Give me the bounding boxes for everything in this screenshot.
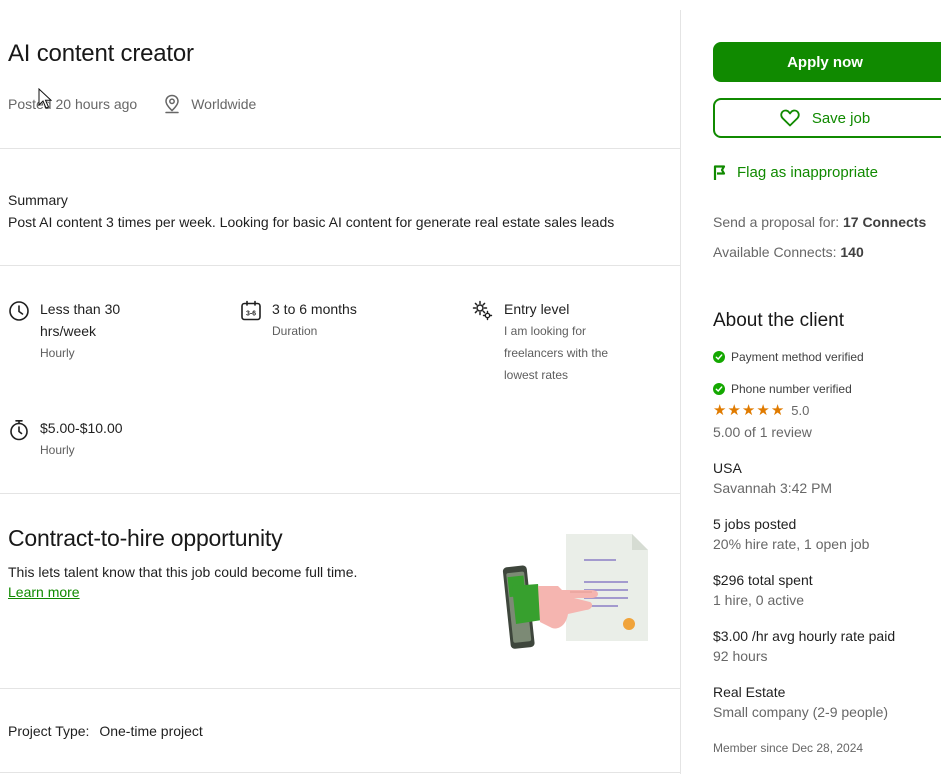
feature-hours-title-1: Less than 30 — [40, 301, 121, 317]
star-icon: ★ — [756, 402, 770, 419]
divider — [0, 265, 680, 266]
phone-verified: Phone number verified — [713, 382, 852, 396]
apply-now-label: Apply now — [787, 53, 863, 71]
about-client-heading: About the client — [713, 310, 844, 331]
heart-icon — [780, 109, 800, 127]
feature-hours: Less than 30 hrs/week Hourly — [8, 298, 120, 364]
flag-inappropriate-link[interactable]: Flag as inappropriate — [713, 164, 878, 181]
available-connects: Available Connects: 140 — [713, 244, 864, 260]
mouse-cursor-icon — [38, 88, 52, 109]
feature-level: Entry level I am looking for freelancers… — [472, 298, 608, 386]
client-company-size: Small company (2-9 people) — [713, 704, 889, 720]
client-avg-rate: $3.00 /hr avg hourly rate paid — [713, 628, 896, 644]
feature-duration-title: 3 to 6 months — [272, 301, 357, 317]
client-reviews: 5.00 of 1 review — [713, 424, 812, 440]
contract-illustration — [502, 534, 648, 649]
client-industry: Real Estate — [713, 684, 786, 700]
project-type-label: Project Type: — [8, 723, 90, 739]
flag-label: Flag as inappropriate — [737, 164, 878, 181]
payment-verified: Payment method verified — [713, 350, 864, 364]
feature-rate: $5.00-$10.00 Hourly — [8, 417, 123, 461]
gears-icon — [472, 300, 493, 321]
vertical-divider — [680, 10, 681, 774]
job-location: Worldwide — [163, 94, 256, 114]
save-job-label: Save job — [811, 109, 871, 127]
learn-more-link[interactable]: Learn more — [8, 584, 80, 600]
divider — [0, 493, 680, 494]
feature-hours-sub: Hourly — [40, 346, 75, 360]
client-country: USA — [713, 460, 742, 476]
client-hires: 1 hire, 0 active — [713, 592, 805, 608]
contract-to-hire-text: This lets talent know that this job coul… — [8, 564, 358, 580]
feature-rate-title: $5.00-$10.00 — [40, 420, 123, 436]
apply-now-button[interactable]: Apply now — [713, 42, 941, 82]
client-rating: ★ ★ ★ ★ ★ 5.0 — [713, 403, 809, 418]
job-title: AI content creator — [8, 40, 194, 67]
summary-text: Post AI content 3 times per week. Lookin… — [8, 214, 615, 230]
location-text: Worldwide — [191, 96, 257, 112]
svg-text:3-6: 3-6 — [246, 311, 256, 318]
feature-hours-title-2: hrs/week — [40, 323, 97, 339]
available-value: 140 — [840, 244, 864, 260]
payment-verified-text: Payment method verified — [731, 350, 864, 364]
star-icon: ★ — [713, 402, 727, 419]
client-city-time: Savannah 3:42 PM — [713, 480, 833, 496]
flag-icon — [713, 164, 726, 180]
available-label: Available Connects: — [713, 244, 837, 260]
proposal-label: Send a proposal for: — [713, 214, 840, 230]
divider — [0, 688, 680, 689]
star-icon: ★ — [770, 402, 785, 419]
client-jobs-posted: 5 jobs posted — [713, 516, 797, 532]
divider — [0, 148, 680, 149]
client-hours: 92 hours — [713, 648, 768, 664]
check-circle-icon — [713, 351, 725, 363]
feature-duration-sub: Duration — [272, 324, 318, 338]
star-icon: ★ — [727, 402, 741, 419]
save-job-button[interactable]: Save job — [713, 98, 941, 138]
client-total-spent: $296 total spent — [713, 572, 813, 588]
project-type-value: One-time project — [99, 723, 203, 739]
member-since: Member since Dec 28, 2024 — [713, 741, 864, 755]
summary-label: Summary — [8, 192, 68, 208]
feature-level-title: Entry level — [504, 301, 570, 317]
proposal-connects: Send a proposal for: 17 Connects — [713, 214, 926, 230]
client-hire-rate: 20% hire rate, 1 open job — [713, 536, 870, 552]
proposal-value: 17 Connects — [842, 214, 927, 230]
phone-verified-text: Phone number verified — [731, 382, 852, 396]
rating-value: 5.0 — [791, 403, 810, 418]
job-details-main: AI content creator Posted 20 hours ago W… — [0, 0, 680, 774]
feature-rate-sub: Hourly — [40, 443, 75, 457]
feature-level-sub-2: freelancers with the — [504, 346, 609, 360]
calendar-icon: 3-6 — [241, 300, 261, 321]
project-type: Project Type: One-time project — [8, 723, 203, 739]
contract-to-hire-title: Contract-to-hire opportunity — [8, 525, 283, 551]
clock-icon — [9, 301, 29, 321]
feature-duration: 3-6 3 to 6 months Duration — [240, 298, 357, 342]
location-pin-icon — [165, 94, 179, 114]
posted-time: Posted 20 hours ago — [8, 96, 138, 112]
divider — [0, 772, 680, 773]
stopwatch-icon — [10, 420, 28, 441]
star-icon: ★ — [741, 402, 756, 419]
feature-level-sub-3: lowest rates — [504, 368, 569, 382]
feature-level-sub-1: I am looking for — [504, 324, 587, 338]
check-circle-icon — [713, 383, 725, 395]
